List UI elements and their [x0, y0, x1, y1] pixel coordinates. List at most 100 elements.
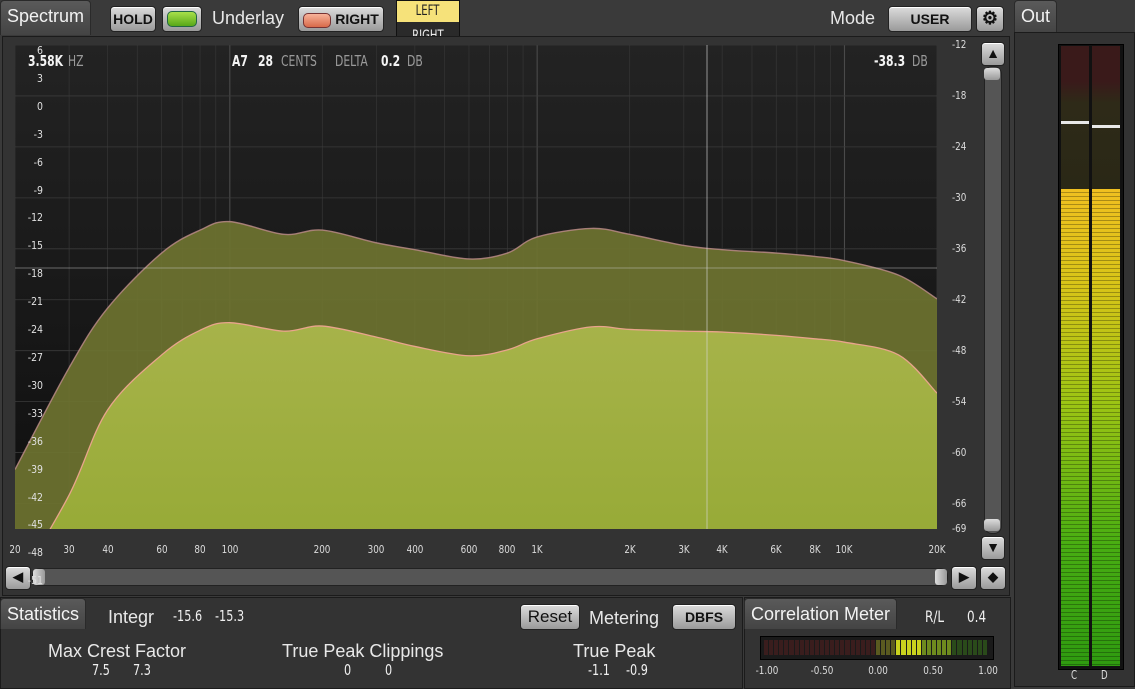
integr-right-value: -15.3	[215, 607, 245, 625]
out-scale-label: 3	[37, 71, 43, 85]
x-tick-label: 1K	[531, 543, 543, 556]
spectrum-plot[interactable]	[15, 45, 937, 529]
x-tick-label: 2K	[623, 543, 636, 556]
correlation-segment	[942, 640, 947, 655]
correlation-segment	[850, 640, 855, 655]
x-tick-label: 80	[194, 543, 206, 556]
vertical-scroll-handle-top[interactable]	[984, 68, 1000, 80]
scroll-right-arrow-icon[interactable]: ▶	[951, 566, 977, 590]
correlation-segment	[926, 640, 931, 655]
hold-color-toggle[interactable]	[162, 6, 202, 32]
max-crest-label: Max Crest Factor	[48, 641, 187, 661]
level-value: -38.3	[874, 52, 906, 70]
tab-out[interactable]: Out	[1014, 0, 1058, 33]
level-unit: DB	[912, 52, 928, 70]
true-peak-clippings-label: True Peak Clippings	[282, 641, 444, 661]
metering-label: Metering	[589, 608, 660, 628]
correlation-segment	[916, 640, 921, 655]
correlation-segment	[957, 640, 962, 655]
out-scale-label: -48	[27, 546, 43, 560]
note-value: A7	[232, 52, 248, 70]
y-tick-label: -18	[952, 88, 967, 102]
spectrum-chart	[15, 45, 937, 529]
correlation-segment	[962, 640, 967, 655]
rl-value: 0.4	[967, 607, 987, 626]
horizontal-scroll-handle-right[interactable]	[935, 569, 947, 585]
correlation-segment	[794, 640, 799, 655]
correlation-scale-label: 0.50	[923, 664, 943, 677]
correlation-segment	[855, 640, 860, 655]
mode-value: USER	[910, 11, 950, 27]
mode-select[interactable]: USER	[888, 6, 972, 32]
max-crest-right-value: 7.3	[133, 661, 151, 679]
y-tick-label: -54	[952, 394, 967, 408]
correlation-segment	[911, 640, 916, 655]
correlation-segment	[835, 640, 840, 655]
vertical-scrollbar-track[interactable]	[984, 66, 1002, 534]
reset-button[interactable]: Reset	[520, 604, 580, 630]
correlation-segment	[972, 640, 977, 655]
underlay-channel-label: RIGHT	[335, 11, 379, 27]
correlation-segment	[876, 640, 881, 655]
out-scale-label: -39	[27, 462, 43, 476]
out-scale-label: -30	[27, 378, 43, 392]
vertical-scroll-handle-bottom[interactable]	[984, 519, 1000, 531]
out-scale-label: 6	[37, 44, 43, 57]
x-tick-label: 600	[460, 543, 478, 556]
tab-statistics[interactable]: Statistics	[0, 598, 87, 629]
y-tick-label: -36	[952, 241, 967, 255]
underlay-channel-button[interactable]: RIGHT	[298, 6, 384, 32]
out-scale-label: -27	[27, 351, 43, 364]
scroll-up-arrow-icon[interactable]: ▲	[981, 42, 1005, 66]
out-scale-label: -15	[27, 239, 43, 253]
true-peak-right-value: -0.9	[626, 661, 648, 679]
x-tick-label: 300	[368, 543, 385, 556]
zoom-reset-diamond-icon[interactable]: ◆	[980, 566, 1006, 590]
tab-out-label: Out	[1021, 6, 1051, 26]
tab-correlation[interactable]: Correlation Meter	[744, 598, 898, 629]
correlation-segment	[906, 640, 911, 655]
correlation-segment	[784, 640, 789, 655]
meter-channel-d: D	[1101, 668, 1108, 682]
correlation-segment	[977, 640, 982, 655]
meter-channel-c: C	[1071, 668, 1078, 682]
correlation-segment	[952, 640, 957, 655]
true-peak-label: True Peak	[573, 641, 656, 661]
x-tick-label: 6K	[770, 543, 782, 556]
channel-option-left[interactable]: LEFT	[397, 1, 459, 22]
integr-left-value: -15.6	[173, 607, 203, 625]
gear-icon[interactable]: ⚙	[976, 6, 1004, 32]
tp-clip-left-value: 0	[344, 661, 352, 679]
x-tick-label: 60	[156, 543, 168, 556]
tab-spectrum[interactable]: Spectrum	[0, 0, 92, 35]
out-scale-label: -9	[33, 183, 43, 197]
correlation-segment	[825, 640, 830, 655]
x-tick-label: 800	[498, 543, 516, 556]
correlation-segment	[804, 640, 809, 655]
correlation-segment	[820, 640, 825, 655]
scroll-down-arrow-icon[interactable]: ▼	[981, 536, 1005, 560]
x-tick-label: 20K	[928, 543, 946, 556]
correlation-segment	[809, 640, 814, 655]
hold-button[interactable]: HOLD	[110, 6, 156, 32]
correlation-segment	[901, 640, 906, 655]
correlation-segment	[814, 640, 819, 655]
meter-segment-overlay	[1092, 189, 1120, 666]
metering-select[interactable]: DBFS	[672, 604, 736, 630]
delta-label: DELTA	[335, 52, 368, 70]
correlation-scale-label: 1.00	[978, 664, 998, 677]
meter-peak-hold	[1092, 125, 1120, 128]
correlation-segment	[891, 640, 896, 655]
out-scale-label: -21	[27, 295, 43, 309]
correlation-segment	[860, 640, 865, 655]
y-tick-label: -30	[952, 190, 967, 204]
meter-channel-background	[1061, 46, 1089, 189]
tab-statistics-label: Statistics	[7, 604, 80, 624]
correlation-segment	[982, 640, 987, 655]
correlation-segment	[865, 640, 870, 655]
y-tick-label: -24	[952, 139, 967, 153]
horizontal-scrollbar-track[interactable]	[32, 568, 948, 586]
x-tick-label: 8K	[809, 543, 821, 556]
underlay-label: Underlay	[212, 8, 285, 28]
out-scale-label: -33	[27, 406, 43, 420]
